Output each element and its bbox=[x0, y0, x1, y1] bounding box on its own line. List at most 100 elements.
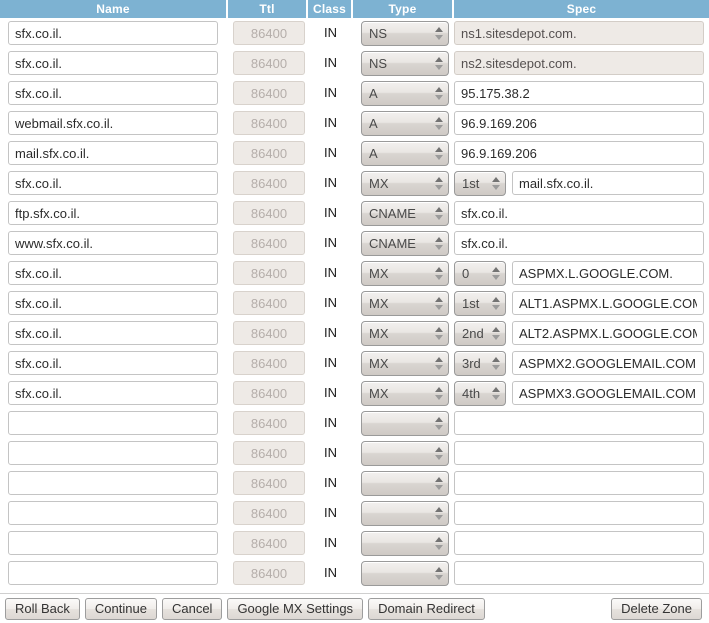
spinner-arrows-icon[interactable] bbox=[431, 532, 448, 555]
spinner-arrows-icon[interactable] bbox=[431, 442, 448, 465]
record-name-input[interactable] bbox=[8, 231, 218, 255]
record-name-input[interactable] bbox=[8, 441, 218, 465]
spinner-arrows-icon[interactable] bbox=[488, 382, 505, 405]
record-type-select[interactable] bbox=[361, 440, 449, 466]
record-spec-input[interactable] bbox=[454, 141, 704, 165]
spinner-arrows-icon[interactable] bbox=[431, 142, 448, 165]
record-spec-cell: 0 bbox=[454, 260, 709, 286]
roll-back-button[interactable]: Roll Back bbox=[5, 597, 80, 620]
delete-zone-button[interactable]: Delete Zone bbox=[611, 597, 702, 620]
record-type-select[interactable] bbox=[361, 500, 449, 526]
spinner-arrows-icon[interactable] bbox=[431, 472, 448, 495]
record-name-input[interactable] bbox=[8, 141, 218, 165]
spinner-arrows-icon[interactable] bbox=[431, 262, 448, 285]
record-name-input[interactable] bbox=[8, 531, 218, 555]
table-row: IN MX 2nd bbox=[0, 318, 709, 348]
record-type-select[interactable]: A bbox=[361, 110, 449, 136]
record-spec-input[interactable] bbox=[454, 501, 704, 525]
record-spec-input[interactable] bbox=[512, 321, 704, 345]
continue-button[interactable]: Continue bbox=[84, 597, 157, 620]
record-type-select[interactable]: MX bbox=[361, 350, 449, 376]
record-priority-select[interactable]: 1st bbox=[454, 290, 506, 316]
record-type-select[interactable]: NS bbox=[361, 50, 449, 76]
record-spec-input[interactable] bbox=[454, 411, 704, 435]
spinner-arrows-icon[interactable] bbox=[488, 292, 505, 315]
record-name-input[interactable] bbox=[8, 411, 218, 435]
record-name-input[interactable] bbox=[8, 351, 218, 375]
record-type-value: MX bbox=[369, 265, 389, 281]
record-class-value: IN bbox=[324, 475, 337, 490]
record-type-select[interactable]: MX bbox=[361, 170, 449, 196]
spinner-arrows-icon[interactable] bbox=[431, 382, 448, 405]
record-name-input[interactable] bbox=[8, 171, 218, 195]
record-name-input[interactable] bbox=[8, 51, 218, 75]
record-spec-input[interactable] bbox=[512, 171, 704, 195]
record-type-select[interactable]: MX bbox=[361, 290, 449, 316]
spinner-arrows-icon[interactable] bbox=[488, 322, 505, 345]
record-type-select[interactable] bbox=[361, 530, 449, 556]
record-name-input[interactable] bbox=[8, 561, 218, 585]
record-type-select[interactable] bbox=[361, 410, 449, 436]
record-type-select[interactable]: MX bbox=[361, 380, 449, 406]
record-name-input[interactable] bbox=[8, 471, 218, 495]
record-type-select[interactable]: CNAME bbox=[361, 230, 449, 256]
record-spec-input[interactable] bbox=[454, 81, 704, 105]
spinner-arrows-icon[interactable] bbox=[488, 262, 505, 285]
record-type-select[interactable]: MX bbox=[361, 320, 449, 346]
spinner-arrows-icon[interactable] bbox=[431, 112, 448, 135]
record-name-cell bbox=[0, 51, 228, 75]
spinner-arrows-icon[interactable] bbox=[431, 322, 448, 345]
record-type-cell: MX bbox=[353, 290, 454, 316]
record-spec-input[interactable] bbox=[512, 291, 704, 315]
record-priority-select[interactable]: 4th bbox=[454, 380, 506, 406]
record-priority-select[interactable]: 2nd bbox=[454, 320, 506, 346]
spinner-arrows-icon[interactable] bbox=[431, 82, 448, 105]
spinner-arrows-icon[interactable] bbox=[431, 232, 448, 255]
spinner-arrows-icon[interactable] bbox=[431, 292, 448, 315]
spinner-arrows-icon[interactable] bbox=[488, 352, 505, 375]
record-priority-select[interactable]: 3rd bbox=[454, 350, 506, 376]
spinner-arrows-icon[interactable] bbox=[488, 172, 505, 195]
record-name-cell bbox=[0, 81, 228, 105]
record-type-select[interactable]: MX bbox=[361, 260, 449, 286]
record-name-input[interactable] bbox=[8, 381, 218, 405]
record-spec-input[interactable] bbox=[454, 201, 704, 225]
spinner-arrows-icon[interactable] bbox=[431, 352, 448, 375]
record-spec-input[interactable] bbox=[454, 531, 704, 555]
record-type-select[interactable] bbox=[361, 470, 449, 496]
record-spec-input[interactable] bbox=[512, 351, 704, 375]
spinner-arrows-icon[interactable] bbox=[431, 562, 448, 585]
record-priority-select[interactable]: 1st bbox=[454, 170, 506, 196]
record-spec-input[interactable] bbox=[454, 231, 704, 255]
record-name-input[interactable] bbox=[8, 111, 218, 135]
record-type-select[interactable]: A bbox=[361, 140, 449, 166]
record-spec-input[interactable] bbox=[512, 261, 704, 285]
record-spec-input[interactable] bbox=[454, 471, 704, 495]
record-name-input[interactable] bbox=[8, 291, 218, 315]
record-name-input[interactable] bbox=[8, 21, 218, 45]
record-name-input[interactable] bbox=[8, 501, 218, 525]
record-name-input[interactable] bbox=[8, 321, 218, 345]
google-mx-settings-button[interactable]: Google MX Settings bbox=[227, 597, 364, 620]
spinner-arrows-icon[interactable] bbox=[431, 22, 448, 45]
record-name-input[interactable] bbox=[8, 81, 218, 105]
spinner-arrows-icon[interactable] bbox=[431, 502, 448, 525]
record-spec-input[interactable] bbox=[454, 111, 704, 135]
record-spec-input[interactable] bbox=[454, 441, 704, 465]
spinner-arrows-icon[interactable] bbox=[431, 412, 448, 435]
record-name-input[interactable] bbox=[8, 201, 218, 225]
record-type-select[interactable]: CNAME bbox=[361, 200, 449, 226]
record-spec-input[interactable] bbox=[512, 381, 704, 405]
record-type-select[interactable] bbox=[361, 560, 449, 586]
record-spec-input[interactable] bbox=[454, 561, 704, 585]
cancel-button[interactable]: Cancel bbox=[161, 597, 223, 620]
record-type-select[interactable]: NS bbox=[361, 20, 449, 46]
record-name-input[interactable] bbox=[8, 261, 218, 285]
domain-redirect-button[interactable]: Domain Redirect bbox=[368, 597, 485, 620]
record-priority-select[interactable]: 0 bbox=[454, 260, 506, 286]
spinner-arrows-icon[interactable] bbox=[431, 172, 448, 195]
spinner-arrows-icon[interactable] bbox=[431, 202, 448, 225]
record-type-select[interactable]: A bbox=[361, 80, 449, 106]
spinner-arrows-icon[interactable] bbox=[431, 52, 448, 75]
record-name-cell bbox=[0, 261, 228, 285]
